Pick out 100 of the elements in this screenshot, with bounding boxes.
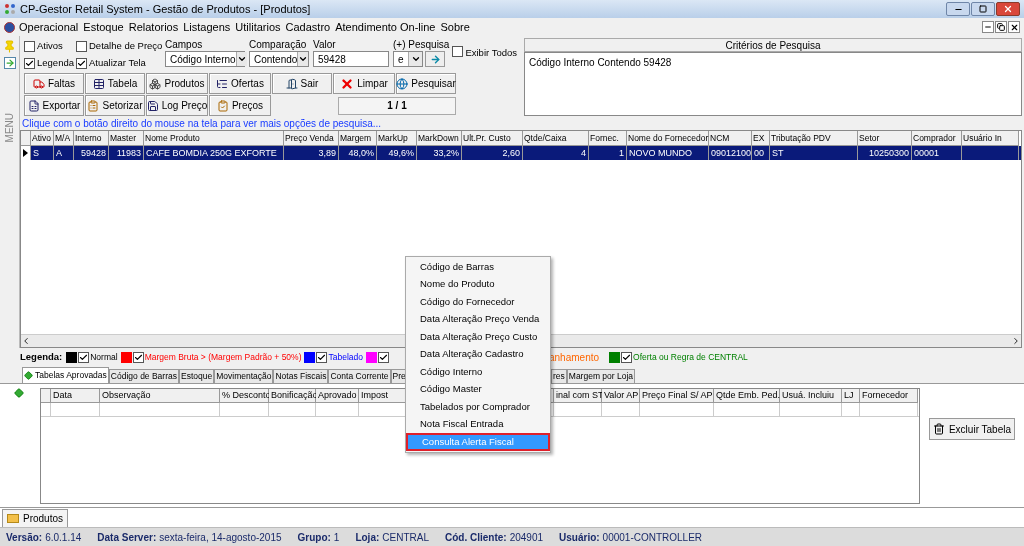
arrow-icon <box>429 53 441 65</box>
toolbar-button[interactable]: Setorizar <box>85 95 145 116</box>
menu-item[interactable]: Sobre <box>440 18 470 36</box>
menu-item[interactable]: Operacional <box>19 18 79 36</box>
column-header[interactable]: M/A <box>54 131 74 146</box>
column-header[interactable]: Preço Final S/ AP <box>640 389 714 403</box>
menu-item[interactable]: Utilitarios <box>235 18 281 36</box>
menu-item[interactable]: Relatorios <box>128 18 179 36</box>
menu-item[interactable]: Código do Fornecedor <box>406 293 550 311</box>
minimize-button[interactable] <box>946 2 970 16</box>
column-header[interactable]: MarkUp <box>377 131 417 146</box>
menu-item[interactable]: Código Interno <box>406 363 550 381</box>
column-header[interactable]: Tributação PDV <box>770 131 858 146</box>
restore-button[interactable] <box>995 21 1007 33</box>
campos-dropdown[interactable]: Código Interno <box>165 51 245 67</box>
column-header[interactable]: Preço Venda <box>284 131 339 146</box>
check-icon <box>317 352 327 362</box>
tab[interactable]: Conta Corrente <box>328 369 391 383</box>
table-cell: 59428 <box>74 146 109 160</box>
column-header[interactable]: Aprovado <box>316 389 359 403</box>
menu-item[interactable]: Data Alteração Cadastro <box>406 345 550 363</box>
column-header[interactable]: Comprador <box>912 131 962 146</box>
menu-item[interactable]: Tabelados por Comprador <box>406 398 550 416</box>
column-header[interactable]: MarkDown <box>417 131 462 146</box>
menu-item[interactable]: Data Alteração Preço Venda <box>406 310 550 328</box>
trash-icon <box>932 423 945 435</box>
menu-item[interactable]: Código Master <box>406 380 550 398</box>
maximize-button[interactable] <box>971 2 995 16</box>
column-header[interactable]: Data <box>51 389 100 403</box>
checkbox[interactable] <box>24 41 35 52</box>
field-label: Campos <box>165 39 204 51</box>
tab[interactable]: Estoque <box>179 369 215 383</box>
status-value: sexta-feira, 14-agosto-2015 <box>159 530 282 545</box>
document-tab[interactable]: Produtos <box>2 509 69 527</box>
tab[interactable]: Notas Fiscais <box>273 369 329 383</box>
toolbar-button[interactable]: Tabela <box>85 73 145 94</box>
table-row[interactable]: S A 59428 11983 CAFE BOMDIA 250G EXFORTE 3,89 48,0% 49,6% 33,2% 2,60 4 1 NOVO MUNDO 09012100 00 ST 10250300 00001 <box>21 146 1021 160</box>
comparison-dropdown[interactable]: Contendo <box>249 51 309 67</box>
menu-item[interactable]: Data Alteração Preço Custo <box>406 328 550 346</box>
column-header[interactable]: EX <box>752 131 770 146</box>
column-header[interactable]: Fornec. <box>589 131 627 146</box>
toolbar-button[interactable]: Preços <box>209 95 271 116</box>
column-header[interactable]: Margem <box>339 131 377 146</box>
close-button[interactable] <box>1008 21 1020 33</box>
operator-dropdown[interactable]: e <box>393 51 423 67</box>
toolbar-button[interactable]: Produtos <box>146 73 208 94</box>
tab[interactable]: Movimentação <box>214 369 274 383</box>
tab[interactable]: res <box>551 369 567 383</box>
toolbar-button[interactable]: Log Preço <box>146 95 208 116</box>
toolbar-button[interactable]: Ofertas <box>209 73 271 94</box>
column-header[interactable]: Qtde/Caixa <box>523 131 589 146</box>
checkbox[interactable] <box>24 58 35 69</box>
checkbox[interactable] <box>378 351 389 363</box>
checkbox[interactable] <box>316 351 328 363</box>
menu-item[interactable]: Código de Barras <box>406 258 550 276</box>
scroll-left-icon[interactable] <box>21 336 31 346</box>
toolbar-button[interactable]: Limpar <box>333 73 395 94</box>
legend-label: Tabelado <box>328 350 363 364</box>
column-header[interactable]: Valor AP <box>602 389 640 403</box>
arrow-button[interactable] <box>425 51 445 67</box>
column-header[interactable]: Qtde Emb. Ped. <box>714 389 780 403</box>
menu-item[interactable]: Nome do Produto <box>406 275 550 293</box>
tab[interactable]: Código de Barras <box>108 369 179 383</box>
column-header[interactable]: Nome Produto <box>144 131 284 146</box>
checkbox[interactable] <box>76 58 87 69</box>
value-input[interactable]: 59428 <box>313 51 389 67</box>
checkbox[interactable] <box>78 351 90 363</box>
column-header[interactable]: Ativo <box>31 131 54 146</box>
column-header[interactable]: Interno <box>74 131 109 146</box>
toolbar-button[interactable]: Faltas <box>24 73 84 94</box>
window-title: CP-Gestor Retail System - Gestão de Produtos - [Produtos] <box>20 1 311 17</box>
close-button[interactable] <box>996 2 1020 16</box>
header-corner <box>41 389 51 403</box>
minimize-button[interactable] <box>982 21 994 33</box>
column-header[interactable]: Ult.Pr. Custo <box>462 131 523 146</box>
menu-item[interactable]: Nota Fiscal Entrada <box>406 415 550 433</box>
checkbox[interactable] <box>132 351 144 363</box>
column-header[interactable]: Usuário In <box>962 131 1019 146</box>
menu-item[interactable]: Atendimento On-line <box>335 18 436 36</box>
checkbox[interactable] <box>76 41 87 52</box>
toolbar-button[interactable]: Exportar <box>24 95 84 116</box>
column-header[interactable]: Fornecedor <box>860 389 918 403</box>
column-header[interactable]: Master <box>109 131 144 146</box>
column-header[interactable]: LJ <box>842 389 860 403</box>
checkbox[interactable] <box>621 351 633 363</box>
delete-table-button[interactable]: Excluir Tabela <box>929 418 1015 440</box>
toolbar-button[interactable]: Pesquisar <box>396 73 456 94</box>
column-header[interactable]: Setor <box>858 131 912 146</box>
menu-item[interactable]: Cadastro <box>285 18 331 36</box>
checkbox[interactable] <box>452 46 464 57</box>
scroll-right-icon[interactable] <box>1011 336 1021 346</box>
toolbar-button[interactable]: Sair <box>272 73 332 94</box>
column-header[interactable]: Observação <box>100 389 220 403</box>
tab[interactable]: Margem por Loja <box>566 369 636 383</box>
column-header[interactable]: NCM <box>709 131 752 146</box>
menu-item[interactable]: Estoque <box>83 18 124 36</box>
column-header[interactable]: Nome do Fornecedor <box>627 131 709 146</box>
tab[interactable]: Tabelas Aprovadas <box>22 367 109 383</box>
column-header[interactable]: Usuá. Incluiu <box>780 389 842 403</box>
menu-item[interactable]: Listagens <box>183 18 231 36</box>
